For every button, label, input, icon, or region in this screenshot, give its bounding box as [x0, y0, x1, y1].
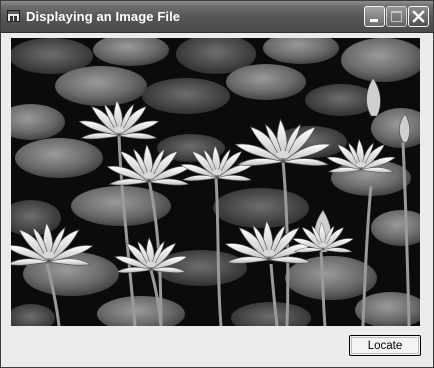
maximize-icon: [391, 11, 402, 22]
water-lily-image: [11, 38, 420, 326]
minimize-icon: [370, 19, 378, 22]
window-title: Displaying an Image File: [26, 9, 181, 24]
form-icon[interactable]: [7, 10, 20, 22]
close-button[interactable]: [408, 6, 429, 27]
locate-button-label: Locate: [367, 339, 403, 352]
minimize-button[interactable]: [364, 6, 385, 27]
picture-box: [11, 38, 420, 326]
locate-button[interactable]: Locate: [349, 335, 421, 356]
close-icon: [412, 10, 425, 23]
title-bar[interactable]: Displaying an Image File: [1, 1, 433, 33]
app-window: Displaying an Image File Locate: [0, 0, 434, 368]
maximize-button[interactable]: [386, 6, 407, 27]
